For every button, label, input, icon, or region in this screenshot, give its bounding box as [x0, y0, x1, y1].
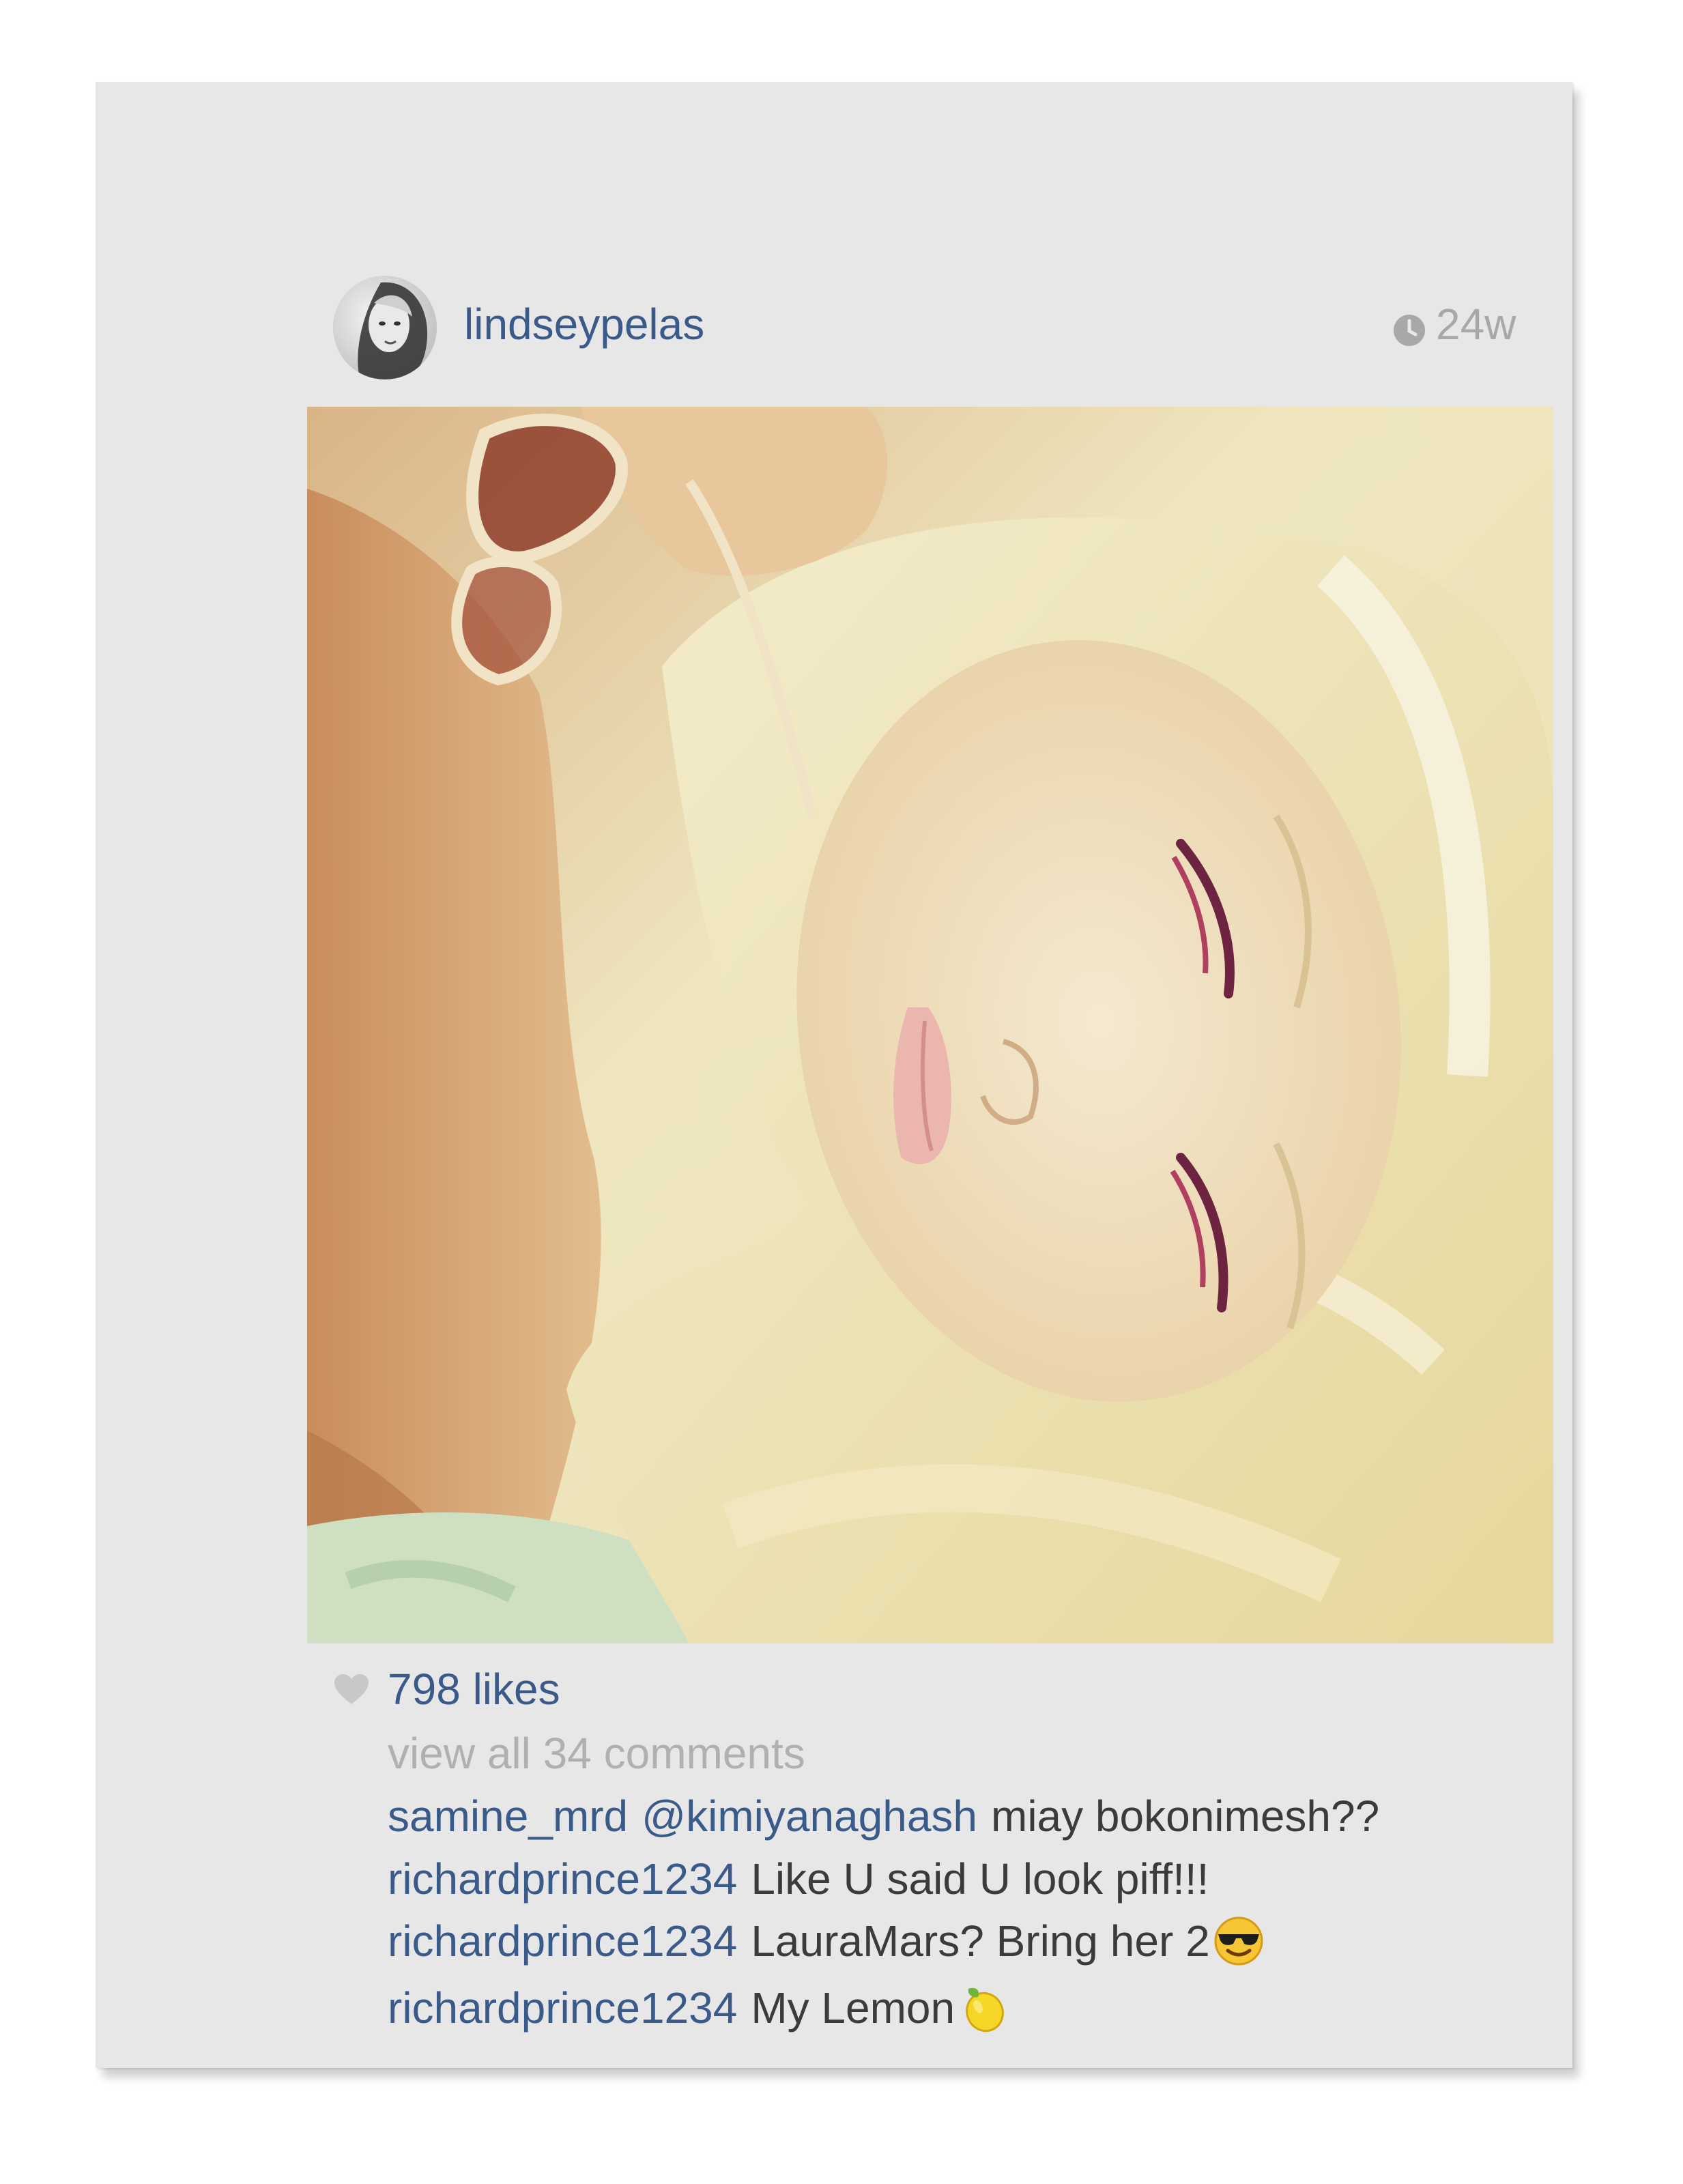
comment-row: samine_mrd @kimiyanaghash miay bokonimes… — [388, 1791, 1379, 1841]
comment-username[interactable]: samine_mrd — [388, 1791, 628, 1841]
time-ago-label: 24w — [1436, 300, 1516, 349]
comment-text: My Lemon — [751, 1983, 955, 2032]
avatar-image — [333, 276, 437, 379]
comment-text: Like U said U look piff!!! — [751, 1854, 1209, 1903]
comment-text: miay bokonimesh?? — [991, 1792, 1380, 1841]
lemon-emoji-icon — [958, 1982, 1009, 2034]
post-timestamp: 24w — [1392, 299, 1516, 349]
heart-icon[interactable] — [333, 1673, 370, 1706]
likes-row: 798 likes — [333, 1664, 560, 1714]
comment-row: richardprince1234 Like U said U look pif… — [388, 1854, 1209, 1904]
comment-text: LauraMars? Bring her 2 — [751, 1916, 1210, 1966]
post-photo[interactable] — [307, 407, 1553, 1643]
post-photo-image — [307, 407, 1553, 1643]
comment-row: richardprince1234 My Lemon — [388, 1982, 1009, 2034]
comment-username[interactable]: richardprince1234 — [388, 1854, 737, 1904]
comment-username[interactable]: richardprince1234 — [388, 1983, 737, 2033]
comment-row: richardprince1234 LauraMars? Bring her 2 — [388, 1915, 1265, 1967]
post-canvas: lindseypelas 24w 798 likes view all 34 c… — [96, 82, 1572, 2068]
post-username[interactable]: lindseypelas — [464, 299, 704, 349]
likes-count[interactable]: 798 likes — [388, 1664, 560, 1714]
clock-icon — [1392, 307, 1426, 346]
comment-username[interactable]: richardprince1234 — [388, 1916, 737, 1966]
avatar[interactable] — [333, 276, 437, 379]
comment-mention[interactable]: @kimiyanaghash — [642, 1791, 977, 1841]
view-all-comments-link[interactable]: view all 34 comments — [388, 1728, 805, 1779]
sunglasses-emoji-icon — [1213, 1915, 1265, 1967]
